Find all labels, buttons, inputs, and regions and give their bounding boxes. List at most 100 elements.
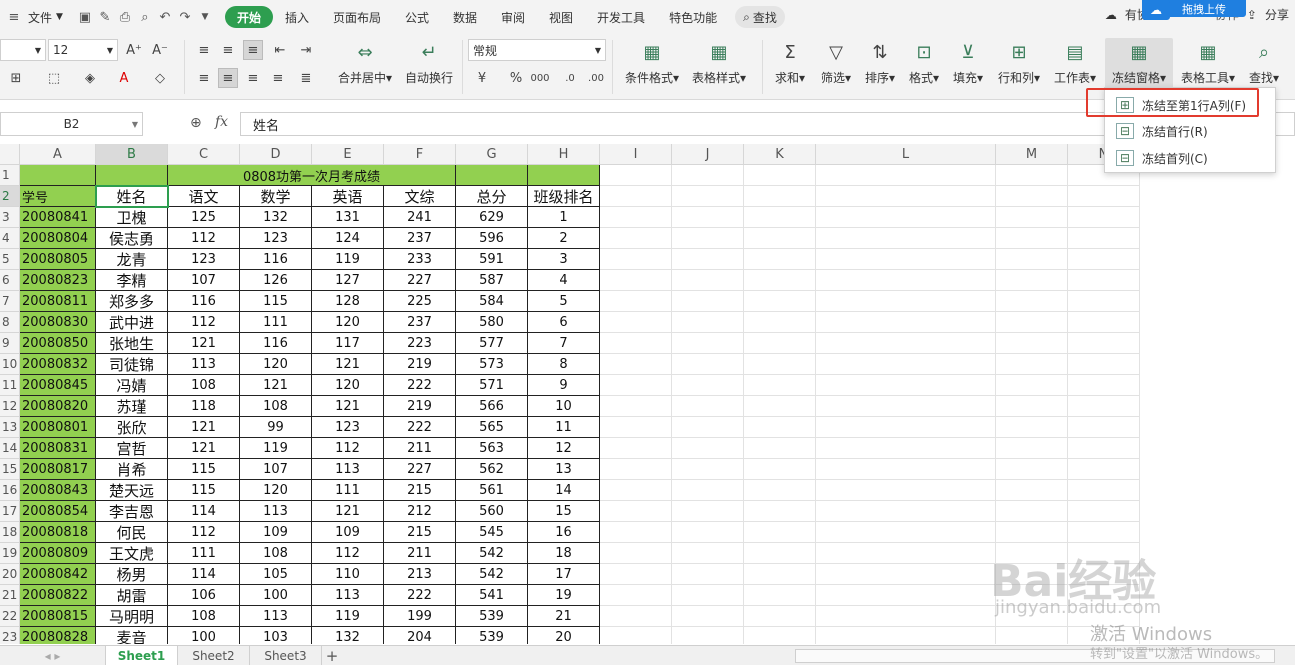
empty-cell[interactable] [744,333,816,354]
table-cell[interactable]: 119 [312,249,384,270]
table-cell[interactable]: 223 [384,333,456,354]
table-cell[interactable]: 587 [456,270,528,291]
table-cell[interactable]: 215 [384,480,456,501]
sheet-title-cell[interactable]: 0808功第一次月考成绩 [168,165,456,186]
empty-cell[interactable] [744,459,816,480]
empty-cell[interactable] [1068,270,1140,291]
table-cell[interactable]: 马明明 [96,606,168,627]
table-cell[interactable]: 郑多多 [96,291,168,312]
table-cell[interactable]: 20080845 [20,375,96,396]
font-name-select[interactable]: ▼ [0,39,46,61]
empty-cell[interactable] [744,564,816,585]
empty-cell[interactable] [672,228,744,249]
empty-cell[interactable] [816,375,996,396]
table-cell[interactable]: 123 [168,249,240,270]
percent-button[interactable]: % [506,68,526,88]
empty-cell[interactable] [600,207,672,228]
empty-cell[interactable] [1068,375,1140,396]
empty-cell[interactable] [744,312,816,333]
table-cell[interactable]: 112 [312,438,384,459]
table-cell[interactable]: 20080841 [20,207,96,228]
empty-cell[interactable] [672,186,744,207]
table-cell[interactable]: 113 [240,606,312,627]
empty-cell[interactable] [996,291,1068,312]
header-cell[interactable]: 文综 [384,186,456,207]
table-cell[interactable]: 571 [456,375,528,396]
print-icon[interactable]: ⎙ [115,7,135,27]
column-header-C[interactable]: C [168,144,240,165]
find-button[interactable]: ⌕ 查找▾ [1244,38,1284,86]
empty-cell[interactable] [600,522,672,543]
table-cell[interactable]: 566 [456,396,528,417]
table-cell[interactable] [96,165,168,186]
header-cell[interactable]: 语文 [168,186,240,207]
empty-cell[interactable] [600,564,672,585]
table-cell[interactable]: 591 [456,249,528,270]
collab-icon[interactable]: ☁ [1105,8,1117,22]
empty-cell[interactable] [1068,522,1140,543]
table-cell[interactable]: 112 [168,228,240,249]
empty-cell[interactable] [996,228,1068,249]
row-header[interactable]: 3 [0,207,20,228]
header-cell[interactable]: 英语 [312,186,384,207]
table-cell[interactable]: 11 [528,417,600,438]
empty-cell[interactable] [1068,354,1140,375]
empty-cell[interactable] [600,627,672,644]
row-header[interactable]: 5 [0,249,20,270]
empty-cell[interactable] [600,165,672,186]
indent-increase-icon[interactable]: ⇥ [296,40,316,60]
empty-cell[interactable] [816,522,996,543]
empty-cell[interactable] [1068,459,1140,480]
empty-cell[interactable] [1068,228,1140,249]
empty-cell[interactable] [996,354,1068,375]
empty-cell[interactable] [744,270,816,291]
empty-cell[interactable] [816,291,996,312]
empty-cell[interactable] [816,186,996,207]
table-cell[interactable]: 561 [456,480,528,501]
table-cell[interactable]: 562 [456,459,528,480]
name-box[interactable]: B2 ▼ [0,112,143,136]
table-cell[interactable]: 115 [168,459,240,480]
empty-cell[interactable] [996,186,1068,207]
empty-cell[interactable] [600,543,672,564]
table-style-button[interactable]: ▦ 表格样式▾ [690,38,748,86]
table-cell[interactable]: 225 [384,291,456,312]
empty-cell[interactable] [996,312,1068,333]
tab-review[interactable]: 审阅 [489,6,537,28]
align-top-icon[interactable]: ≡ [194,40,214,60]
empty-cell[interactable] [1068,249,1140,270]
table-cell[interactable]: 司徒锦 [96,354,168,375]
zoom-icon[interactable]: ⊕ [190,115,202,131]
table-cell[interactable]: 杨男 [96,564,168,585]
table-cell[interactable]: 107 [240,459,312,480]
table-cell[interactable]: 109 [240,522,312,543]
align-center-icon[interactable]: ≡ [218,68,238,88]
empty-cell[interactable] [600,585,672,606]
table-cell[interactable]: 132 [312,627,384,644]
column-header-I[interactable]: I [600,144,672,165]
empty-cell[interactable] [672,333,744,354]
empty-cell[interactable] [672,438,744,459]
empty-cell[interactable] [672,522,744,543]
empty-cell[interactable] [816,270,996,291]
table-cell[interactable]: 108 [168,375,240,396]
empty-cell[interactable] [996,207,1068,228]
column-header-J[interactable]: J [672,144,744,165]
empty-cell[interactable] [996,627,1068,644]
table-cell[interactable]: 100 [240,585,312,606]
table-cell[interactable]: 107 [168,270,240,291]
table-cell[interactable]: 1 [528,207,600,228]
table-cell[interactable]: 237 [384,228,456,249]
table-cell[interactable] [20,165,96,186]
table-cell[interactable]: 222 [384,417,456,438]
table-cell[interactable]: 113 [312,585,384,606]
table-cell[interactable]: 100 [168,627,240,644]
empty-cell[interactable] [672,627,744,644]
empty-cell[interactable] [744,354,816,375]
table-cell[interactable]: 219 [384,396,456,417]
empty-cell[interactable] [672,375,744,396]
number-format-select[interactable]: 常规 ▼ [468,39,606,61]
save-icon[interactable]: ▣ [75,7,95,27]
empty-cell[interactable] [996,249,1068,270]
empty-cell[interactable] [600,291,672,312]
